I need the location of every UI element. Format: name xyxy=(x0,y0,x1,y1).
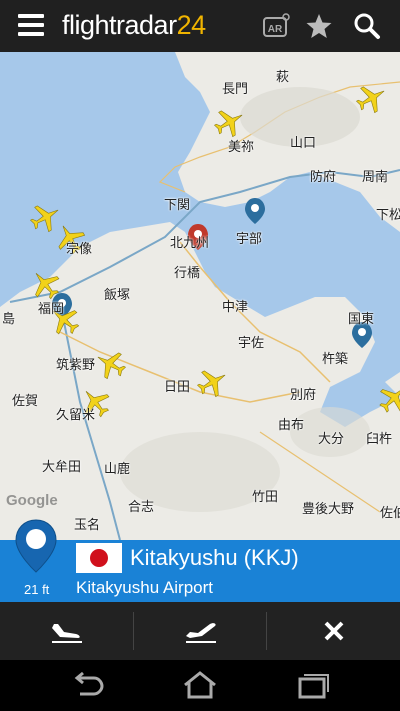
place-label: 下関 xyxy=(164,197,191,212)
arrivals-plane-icon xyxy=(51,624,82,643)
recent-apps-icon[interactable] xyxy=(292,670,332,700)
google-attribution: Google xyxy=(6,492,58,509)
ar-button[interactable]: AR xyxy=(262,12,292,40)
place-label: 下松 xyxy=(376,207,400,222)
app-toolbar: flightradar24 AR xyxy=(0,0,400,52)
place-label: 長門 xyxy=(222,81,249,96)
place-label: 中津 xyxy=(222,299,249,314)
place-label: 由布 xyxy=(278,417,305,432)
place-label: 久留米 xyxy=(56,407,96,422)
flight-map[interactable]: 長門 萩 美祢 山口 防府 周南 下関 宇部 下松 宗像 北九州 行橋 福岡 飯… xyxy=(0,52,400,540)
arrivals-button[interactable] xyxy=(0,602,133,660)
close-icon xyxy=(324,621,343,641)
place-label: 豊後大野 xyxy=(302,501,355,516)
airport-title: Kitakyushu (KKJ) xyxy=(130,545,299,570)
place-label: 宗像 xyxy=(66,241,93,256)
home-icon[interactable] xyxy=(180,670,220,700)
place-label: 福岡 xyxy=(38,301,65,316)
place-label: 山鹿 xyxy=(104,461,131,476)
place-label: 美祢 xyxy=(228,139,255,154)
place-label: 日田 xyxy=(164,379,191,394)
departures-plane-icon xyxy=(185,623,216,643)
ar-label: AR xyxy=(268,24,283,35)
system-navigation-bar xyxy=(0,660,400,711)
back-icon[interactable] xyxy=(68,670,108,700)
aircraft-icon[interactable] xyxy=(25,197,66,237)
place-label: 大牟田 xyxy=(42,459,82,474)
airport-pin[interactable] xyxy=(245,198,265,224)
place-label: 周南 xyxy=(362,169,389,184)
place-label: 宇佐 xyxy=(238,335,265,350)
place-label: 国東 xyxy=(348,311,375,326)
departures-button[interactable] xyxy=(134,602,267,660)
place-label: 大分 xyxy=(318,431,345,446)
place-label: 島 xyxy=(2,311,16,326)
star-icon[interactable] xyxy=(304,12,334,40)
place-label: 行橋 xyxy=(174,265,201,280)
place-label: 防府 xyxy=(310,169,337,184)
place-label: 別府 xyxy=(290,387,317,402)
close-button[interactable] xyxy=(267,602,400,660)
airport-actions-bar xyxy=(0,602,400,660)
search-icon[interactable] xyxy=(352,12,382,40)
place-label: 佐賀 xyxy=(12,393,39,408)
altitude-label: 21 ft xyxy=(24,582,50,597)
place-label: 佐伯 xyxy=(380,505,400,520)
japan-flag xyxy=(76,543,122,573)
place-label: 萩 xyxy=(276,69,290,84)
app-logo: flightradar24 xyxy=(62,10,206,40)
place-label: 宇部 xyxy=(236,231,263,246)
place-label: 臼杵 xyxy=(366,431,393,446)
place-label: 山口 xyxy=(290,135,317,150)
place-label: 杵築 xyxy=(322,351,349,366)
place-label: 北九州 xyxy=(170,235,210,250)
place-label: 飯塚 xyxy=(104,287,131,302)
airport-name: Kitakyushu Airport xyxy=(76,578,214,597)
place-label: 筑紫野 xyxy=(56,357,96,372)
place-label: 合志 xyxy=(128,499,155,514)
place-label: 玉名 xyxy=(74,517,101,532)
place-label: 竹田 xyxy=(252,489,279,504)
hamburger-menu-icon[interactable] xyxy=(18,14,44,36)
location-pin-icon xyxy=(15,519,57,573)
